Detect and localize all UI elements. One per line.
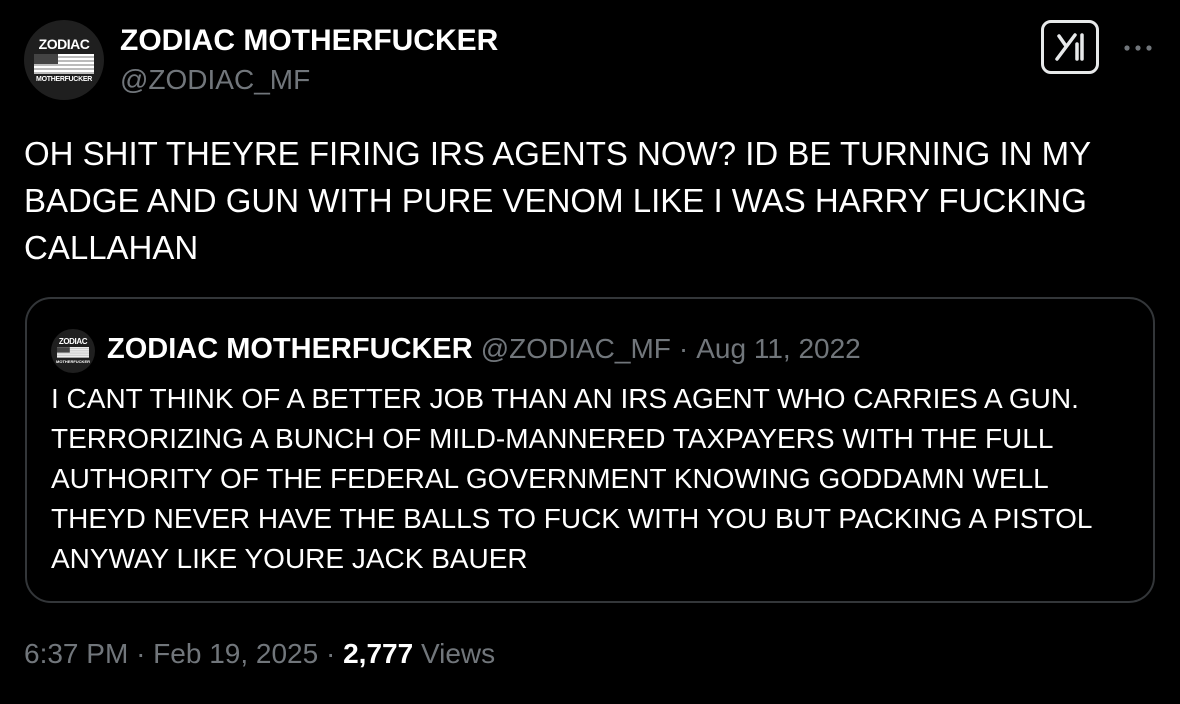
- grok-icon: [1055, 33, 1084, 61]
- post-time[interactable]: 6:37 PM: [24, 638, 128, 669]
- quoted-header: ZODIAC MOTHERFUCKER @ZODIAC_MF · Aug 11,…: [107, 329, 861, 369]
- views-count: 2,777: [343, 638, 414, 669]
- quoted-avatar: ZODIAC MOTHERFUCKER: [51, 329, 95, 373]
- author-name[interactable]: ZODIAC MOTHERFUCKER: [120, 24, 498, 58]
- quoted-author-handle: @ZODIAC_MF: [480, 333, 671, 364]
- avatar-text-bottom: MOTHERFUCKER: [36, 75, 92, 83]
- quoted-separator: ·: [678, 333, 689, 364]
- quoted-author-name: ZODIAC MOTHERFUCKER: [107, 332, 473, 365]
- quoted-tweet[interactable]: ZODIAC MOTHERFUCKER ZODIAC MOTHERFUCKER …: [25, 297, 1155, 603]
- post-date[interactable]: Feb 19, 2025: [153, 638, 318, 669]
- avatar-text-top: ZODIAC: [38, 35, 90, 52]
- footer-separator-1: ·: [136, 638, 146, 669]
- quoted-flag-icon: [57, 347, 89, 358]
- more-icon: [1124, 45, 1152, 51]
- quoted-avatar-text-top: ZODIAC: [58, 337, 88, 346]
- footer-separator-2: ·: [325, 638, 336, 669]
- author-handle[interactable]: @ZODIAC_MF: [120, 64, 310, 96]
- quoted-tweet-text: I CANT THINK OF A BETTER JOB THAN AN IRS…: [51, 383, 1092, 574]
- avatar[interactable]: ZODIAC MOTHERFUCKER: [24, 20, 104, 100]
- grok-button[interactable]: [1041, 20, 1099, 74]
- more-button[interactable]: [1120, 30, 1156, 66]
- tweet-text: OH SHIT THEYRE FIRING IRS AGENTS NOW? ID…: [24, 135, 1091, 266]
- quoted-avatar-text-bottom: MOTHERFUCKER: [56, 359, 90, 364]
- flag-icon: [34, 53, 94, 74]
- views-label: Views: [420, 638, 496, 669]
- tweet-footer: 6:37 PM · Feb 19, 2025 · 2,777 Views: [24, 638, 495, 670]
- quoted-date: Aug 11, 2022: [696, 333, 861, 364]
